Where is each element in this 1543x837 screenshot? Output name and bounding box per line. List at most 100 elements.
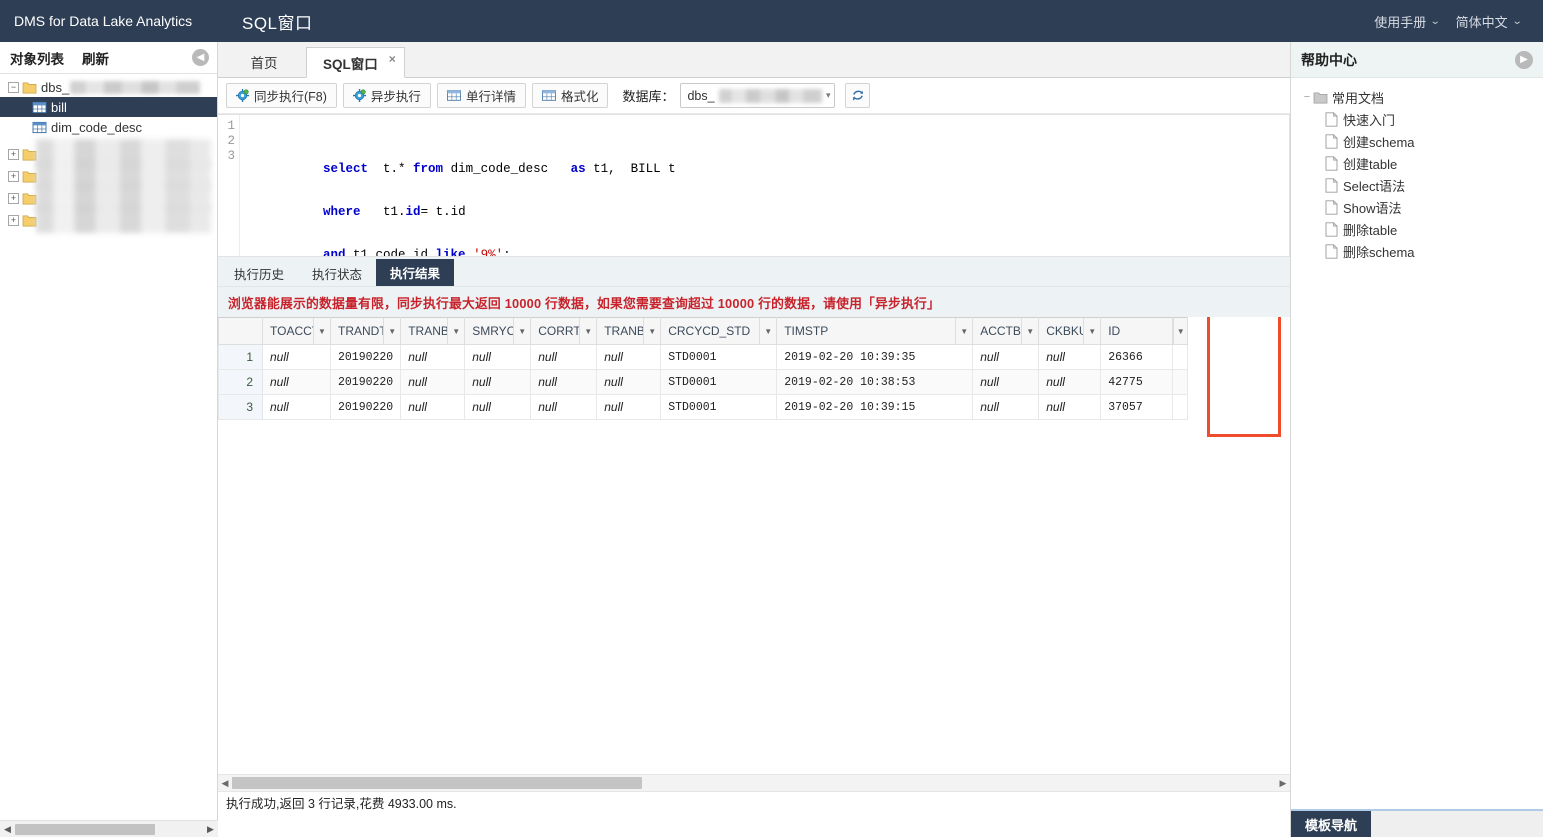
column-header-ckbkus[interactable]: CKBKUS ▼ — [1038, 317, 1102, 345]
column-header-timstp[interactable]: TIMSTP ▼ — [776, 317, 974, 345]
user-manual-menu[interactable]: 使用手册 ⌄ — [1368, 12, 1445, 31]
column-filter-icon[interactable]: ▼ — [579, 318, 596, 344]
column-header-smrycd[interactable]: SMRYCD ▼ — [464, 317, 532, 345]
tab-execution-history[interactable]: 执行历史 — [220, 260, 298, 286]
object-tree-hscrollbar[interactable]: ◀ ▶ — [0, 820, 218, 837]
column-filter-icon[interactable]: ▼ — [1173, 318, 1187, 344]
column-filter-icon[interactable]: ▼ — [383, 318, 400, 344]
help-center-title: 帮助中心 — [1301, 51, 1357, 68]
help-doc-drop-table[interactable]: 删除table — [1301, 218, 1543, 240]
result-grid: TOACCT ▼ TRANDT ▼ TRANBR ▼ SMRYCD ▼ CORRTG ▼ … — [218, 317, 1189, 420]
result-hscrollbar[interactable]: ◀ ▶ — [218, 774, 1290, 791]
tree-toggle-icon[interactable]: + — [8, 192, 19, 204]
column-filter-icon[interactable]: ▼ — [1021, 318, 1038, 344]
scroll-left-icon[interactable]: ◀ — [0, 824, 15, 835]
cell-corrtg: null — [530, 344, 598, 370]
tab-home[interactable]: 首页 — [222, 47, 306, 77]
chevron-down-icon[interactable]: ▾ — [826, 90, 831, 101]
help-doc-select-syntax[interactable]: Select语法 — [1301, 174, 1543, 196]
table-row[interactable]: 1 null 20190220 null null null null STD0… — [218, 344, 1189, 370]
column-header-tranbr[interactable]: TRANBR ▼ — [400, 317, 466, 345]
column-filter-icon[interactable]: ▼ — [759, 318, 776, 344]
row-detail-button[interactable]: 单行详情 — [436, 83, 526, 108]
column-label: TIMSTP — [784, 324, 829, 338]
tree-toggle-icon[interactable]: + — [8, 214, 19, 226]
database-select[interactable]: dbs_ ▾ — [680, 83, 836, 108]
tree-node-label: dim_code_desc — [51, 119, 143, 135]
sql-editor[interactable]: 1 2 3 select t.* from dim_code_desc as t… — [218, 114, 1290, 257]
format-button[interactable]: 格式化 — [531, 83, 609, 108]
object-list-panel: 对象列表 刷新 ◀ − dbs_ bill dim_code_desc + + … — [0, 42, 218, 837]
scroll-left-icon[interactable]: ◀ — [218, 778, 232, 789]
tab-label: SQL窗口 — [323, 56, 378, 72]
help-doc-show-syntax[interactable]: Show语法 — [1301, 196, 1543, 218]
help-doc-create-schema[interactable]: 创建schema — [1301, 130, 1543, 152]
column-header-partial[interactable]: ▼ — [1172, 317, 1189, 345]
scrollbar-thumb[interactable] — [15, 823, 155, 835]
tree-node-table-dim-code-desc[interactable]: dim_code_desc — [0, 117, 217, 137]
tree-toggle-icon[interactable]: + — [8, 148, 19, 160]
cell-partial — [1172, 344, 1189, 370]
column-header-trandt[interactable]: TRANDT ▼ — [329, 317, 402, 345]
code-line: where t1.id= t.id — [248, 190, 676, 219]
tree-toggle-icon[interactable]: − — [8, 81, 19, 93]
help-doc-create-table[interactable]: 创建table — [1301, 152, 1543, 174]
tree-node-redacted[interactable]: + — [0, 205, 217, 233]
column-filter-icon[interactable]: ▼ — [447, 318, 464, 344]
sql-code[interactable]: select t.* from dim_code_desc as t1, BIL… — [240, 115, 676, 256]
sql-token: as — [570, 162, 586, 176]
scroll-right-icon[interactable]: ▶ — [203, 824, 218, 835]
async-execute-button[interactable]: 异步执行 — [342, 83, 431, 108]
document-icon — [1325, 133, 1338, 149]
scrollbar-thumb[interactable] — [232, 777, 642, 789]
tab-execution-status[interactable]: 执行状态 — [298, 260, 376, 286]
help-tree-root[interactable]: − 常用文档 — [1301, 86, 1543, 108]
cell-timstp: 2019-02-20 10:38:53 — [776, 369, 974, 395]
chevron-right-icon[interactable]: ▶ — [1515, 50, 1533, 69]
object-list-title[interactable]: 对象列表 — [10, 48, 64, 68]
refresh-objects-button[interactable]: 刷新 — [82, 48, 109, 68]
column-header-id[interactable]: ID — [1100, 317, 1174, 345]
tree-node-database[interactable]: − dbs_ — [0, 77, 217, 97]
column-filter-icon[interactable]: ▼ — [513, 318, 530, 344]
column-filter-icon[interactable]: ▼ — [1083, 318, 1100, 344]
template-nav-button[interactable]: 模板导航 — [1291, 811, 1372, 837]
refresh-database-button[interactable] — [845, 83, 871, 108]
help-doc-drop-schema[interactable]: 删除schema — [1301, 240, 1543, 262]
chevron-left-icon[interactable]: ◀ — [192, 49, 209, 66]
folder-icon — [22, 192, 37, 204]
tab-sql-window[interactable]: SQL窗口 × — [306, 47, 405, 78]
column-filter-icon[interactable]: ▼ — [313, 318, 330, 344]
language-menu[interactable]: 简体中文 ⌄ — [1450, 12, 1527, 31]
sync-execute-button[interactable]: 同步执行(F8) — [226, 83, 337, 108]
tree-node-table-bill[interactable]: bill — [0, 97, 217, 117]
close-icon[interactable]: × — [389, 52, 396, 66]
scroll-right-icon[interactable]: ▶ — [1276, 778, 1290, 789]
cell-timstp: 2019-02-20 10:39:15 — [776, 394, 974, 420]
column-header-toacct[interactable]: TOACCT ▼ — [262, 317, 331, 345]
page-title: SQL窗口 — [242, 13, 313, 33]
cell-tranbl: null — [596, 344, 662, 370]
row-index: 3 — [218, 394, 263, 420]
column-header-acctbr[interactable]: ACCTBR ▼ — [972, 317, 1040, 345]
help-doc-label: 创建table — [1343, 156, 1398, 172]
tab-execution-result[interactable]: 执行结果 — [376, 259, 455, 286]
cell-corrtg: null — [530, 369, 598, 395]
column-filter-icon[interactable]: ▼ — [955, 318, 972, 344]
sql-token: select — [323, 162, 369, 176]
help-doc-quick-start[interactable]: 快速入门 — [1301, 108, 1543, 130]
column-header-corrtg[interactable]: CORRTG ▼ — [530, 317, 598, 345]
table-row[interactable]: 2 null 20190220 null null null null STD0… — [218, 369, 1189, 395]
cell-trandt: 20190220 — [329, 394, 402, 420]
folder-icon — [1313, 91, 1328, 103]
help-doc-label: Select语法 — [1343, 178, 1406, 194]
column-header-tranbl[interactable]: TRANBL ▼ — [596, 317, 662, 345]
help-doc-label: 创建schema — [1343, 134, 1415, 150]
column-filter-icon[interactable]: ▼ — [643, 318, 660, 344]
database-value: dbs_ — [687, 88, 715, 103]
cell-partial — [1172, 369, 1189, 395]
table-row[interactable]: 3 null 20190220 null null null null STD0… — [218, 394, 1189, 420]
column-header-crcycd-std[interactable]: CRCYCD_STD ▼ — [660, 317, 778, 345]
tree-toggle-icon[interactable]: + — [8, 170, 19, 182]
tree-toggle-icon[interactable]: − — [1301, 91, 1313, 103]
